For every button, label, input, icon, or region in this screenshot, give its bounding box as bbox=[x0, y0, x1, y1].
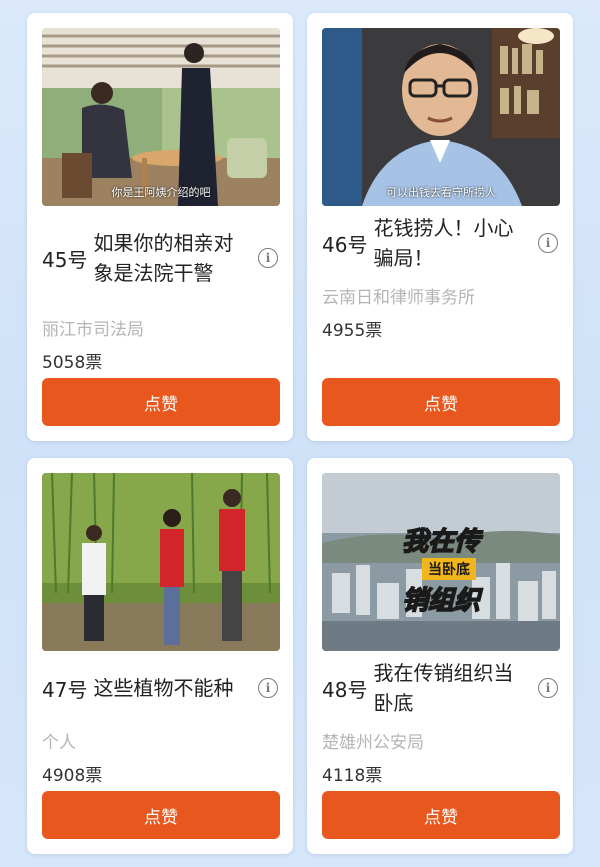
entry-number: 48号 bbox=[322, 677, 368, 702]
entry-title: 我在传销组织当卧底 bbox=[373, 661, 514, 715]
thumbnail-overlay-text: 我在传 当卧底 销组织 bbox=[401, 521, 542, 617]
vote-count: 4118票 bbox=[322, 766, 383, 786]
info-icon[interactable]: i bbox=[538, 678, 558, 698]
entry-organization: 云南日和律师事务所 bbox=[322, 288, 475, 308]
thumbnail-caption: 可以出钱去看守所捞人 bbox=[386, 186, 496, 199]
vote-count: 5058票 bbox=[42, 353, 103, 373]
like-button[interactable]: 点赞 bbox=[322, 378, 560, 426]
video-thumbnail[interactable] bbox=[42, 473, 280, 651]
like-button[interactable]: 点赞 bbox=[42, 791, 280, 839]
info-icon[interactable]: i bbox=[258, 248, 278, 268]
thumbnail-caption: 你是王阿姨介绍的吧 bbox=[111, 186, 211, 199]
overlay-line-2: 当卧底 bbox=[422, 558, 476, 580]
card-title-row: 46号 花钱捞人！小心骗局！ i bbox=[322, 213, 558, 273]
entry-organization: 楚雄州公安局 bbox=[322, 733, 424, 753]
field-plants-image bbox=[42, 473, 280, 651]
entry-title: 这些植物不能种 bbox=[93, 676, 234, 700]
info-icon[interactable]: i bbox=[258, 678, 278, 698]
info-icon[interactable]: i bbox=[538, 233, 558, 253]
video-thumbnail[interactable]: 我在传 当卧底 销组织 bbox=[322, 473, 560, 651]
lawyer-portrait-image bbox=[322, 28, 560, 206]
video-thumbnail[interactable]: 你是王阿姨介绍的吧 bbox=[42, 28, 280, 206]
entry-organization: 丽江市司法局 bbox=[42, 320, 144, 340]
entry-organization: 个人 bbox=[42, 733, 76, 753]
contest-card-48[interactable]: 我在传 当卧底 销组织 48号 我在传销组织当卧底 i 楚雄州公安局 4118票… bbox=[307, 458, 573, 854]
video-thumbnail[interactable]: 可以出钱去看守所捞人 bbox=[322, 28, 560, 206]
like-button[interactable]: 点赞 bbox=[322, 791, 560, 839]
entry-title: 花钱捞人！小心骗局！ bbox=[373, 216, 514, 270]
contest-card-45[interactable]: 你是王阿姨介绍的吧 45号 如果你的相亲对象是法院干警 i 丽江市司法局 505… bbox=[27, 13, 293, 441]
card-title-row: 45号 如果你的相亲对象是法院干警 i bbox=[42, 213, 278, 303]
card-title-row: 48号 我在传销组织当卧底 i bbox=[322, 658, 558, 718]
contest-card-46[interactable]: 可以出钱去看守所捞人 46号 花钱捞人！小心骗局！ i 云南日和律师事务所 49… bbox=[307, 13, 573, 441]
entry-number: 45号 bbox=[42, 247, 88, 272]
entry-title: 如果你的相亲对象是法院干警 bbox=[93, 231, 234, 285]
vote-count: 4908票 bbox=[42, 766, 103, 786]
contest-card-47[interactable]: 47号 这些植物不能种 i 个人 4908票 点赞 bbox=[27, 458, 293, 854]
overlay-line-3: 销组织 bbox=[401, 585, 481, 617]
card-title-row: 47号 这些植物不能种 i bbox=[42, 658, 278, 718]
overlay-line-1: 我在传 bbox=[401, 526, 481, 558]
vote-count: 4955票 bbox=[322, 321, 383, 341]
entry-number: 47号 bbox=[42, 677, 88, 702]
office-scene-image bbox=[42, 28, 280, 206]
entry-number: 46号 bbox=[322, 232, 368, 257]
like-button[interactable]: 点赞 bbox=[42, 378, 280, 426]
